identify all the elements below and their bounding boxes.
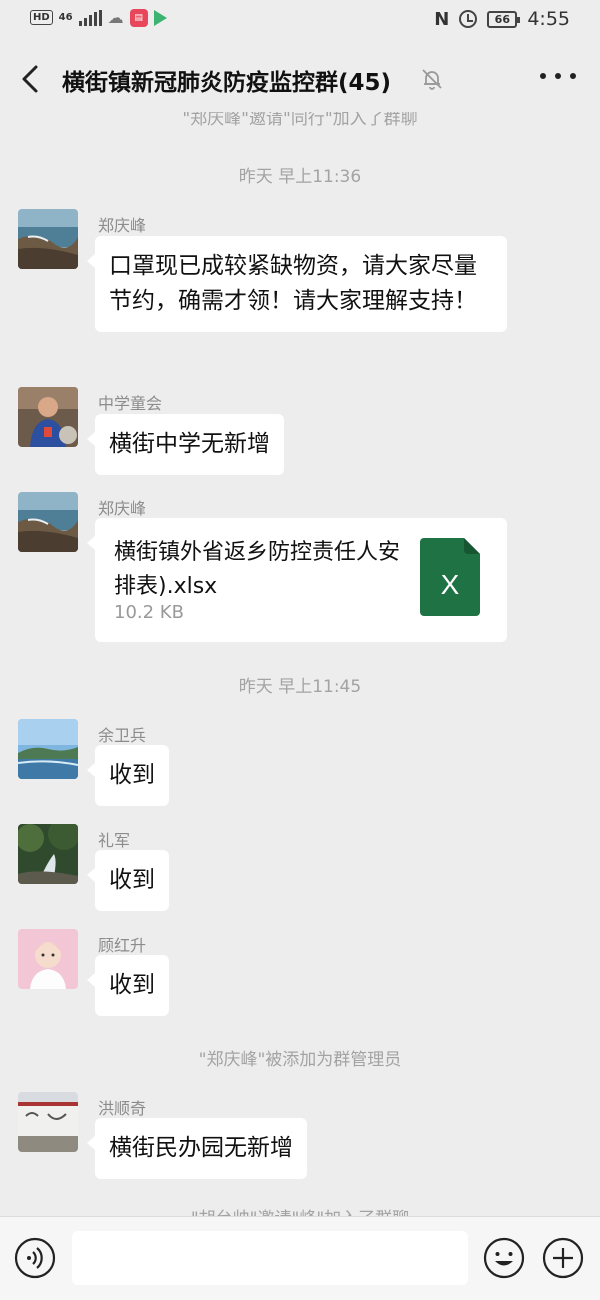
avatar-coast <box>18 719 78 779</box>
sender-name: 中学童会 <box>98 394 163 413</box>
signal-icon <box>78 9 102 26</box>
file-message[interactable]: 横街镇外省返乡防控责任人安排表).xlsx 10.2 KB X <box>87 518 507 642</box>
status-bar: HD 46 ☁ ▤ N 66 4:55 <box>0 0 600 40</box>
chat-messages[interactable]: "郑庆峰"邀请"同行"加入了群聊 昨天 早上11:36 郑庆峰 口罩现已成较紧缺… <box>0 112 600 1216</box>
system-message: "胡台帅"邀请"峰"加入了群聊 <box>0 1204 600 1216</box>
avatar-forest-stream <box>18 824 78 884</box>
emoji-icon[interactable] <box>483 1237 525 1279</box>
avatar[interactable] <box>18 492 78 552</box>
excel-letter: X <box>441 569 460 600</box>
avatar-athlete <box>18 387 78 447</box>
status-bar-right: N 66 4:55 <box>434 8 570 30</box>
app-notification-icon: ▤ <box>129 8 148 27</box>
plus-icon[interactable] <box>542 1237 584 1279</box>
message-bubble[interactable]: 口罩现已成较紧缺物资，请大家尽量节约，确需才领！请大家理解支持！ <box>87 236 507 332</box>
sender-name: 郑庆峰 <box>98 499 147 518</box>
message-bubble[interactable]: 横街民办园无新增 <box>87 1118 307 1179</box>
avatar[interactable] <box>18 824 78 884</box>
video-app-icon <box>153 9 167 26</box>
sender-name: 郑庆峰 <box>98 216 147 235</box>
mute-bell-icon <box>422 69 442 90</box>
avatar[interactable] <box>18 1092 78 1152</box>
back-arrow-icon[interactable] <box>16 62 46 96</box>
input-bar <box>0 1216 600 1300</box>
avatar-seaside-rocks <box>18 492 78 552</box>
clock-time: 4:55 <box>527 8 570 30</box>
avatar[interactable] <box>18 387 78 447</box>
message-bubble[interactable]: 横街中学无新增 <box>87 414 284 475</box>
message-input[interactable] <box>72 1231 468 1285</box>
weather-cloud-icon: ☁ <box>107 8 124 27</box>
timestamp: 昨天 早上11:45 <box>238 677 362 697</box>
timestamp: 昨天 早上11:36 <box>238 167 362 187</box>
more-dots-icon[interactable] <box>540 73 576 83</box>
excel-file-icon: X <box>420 538 480 616</box>
sender-name: 礼军 <box>98 831 131 850</box>
system-message: "郑庆峰"邀请"同行"加入了群聊 <box>182 112 418 129</box>
chat-title: 横街镇新冠肺炎防疫监控群(45) <box>62 70 392 96</box>
avatar-seaside-rocks <box>18 209 78 269</box>
avatar-baby <box>18 929 78 989</box>
avatar-wall-mural <box>18 1092 78 1152</box>
file-size: 10.2 KB <box>114 602 184 623</box>
avatar[interactable] <box>18 209 78 269</box>
system-message: "郑庆峰"被添加为群管理员 <box>198 1050 402 1070</box>
status-bar-left: HD 46 ☁ ▤ <box>30 8 167 27</box>
message-bubble[interactable]: 收到 <box>87 955 169 1016</box>
sender-name: 洪顺奇 <box>98 1099 147 1118</box>
message-bubble[interactable]: 收到 <box>87 850 169 911</box>
hd-badge: HD <box>30 10 53 25</box>
file-name: 横街镇外省返乡防控责任人安排表).xlsx <box>114 540 401 599</box>
sender-name: 顾红升 <box>98 936 147 955</box>
message-bubble[interactable]: 收到 <box>87 745 169 806</box>
network-type: 46 <box>58 12 73 23</box>
battery-icon: 66 <box>487 10 521 28</box>
nfc-icon: N <box>434 8 450 30</box>
avatar[interactable] <box>18 929 78 989</box>
chat-header: 横街镇新冠肺炎防疫监控群(45) <box>0 46 600 112</box>
alarm-icon <box>459 10 478 28</box>
avatar[interactable] <box>18 719 78 779</box>
voice-icon[interactable] <box>14 1237 56 1279</box>
sender-name: 余卫兵 <box>98 726 147 745</box>
